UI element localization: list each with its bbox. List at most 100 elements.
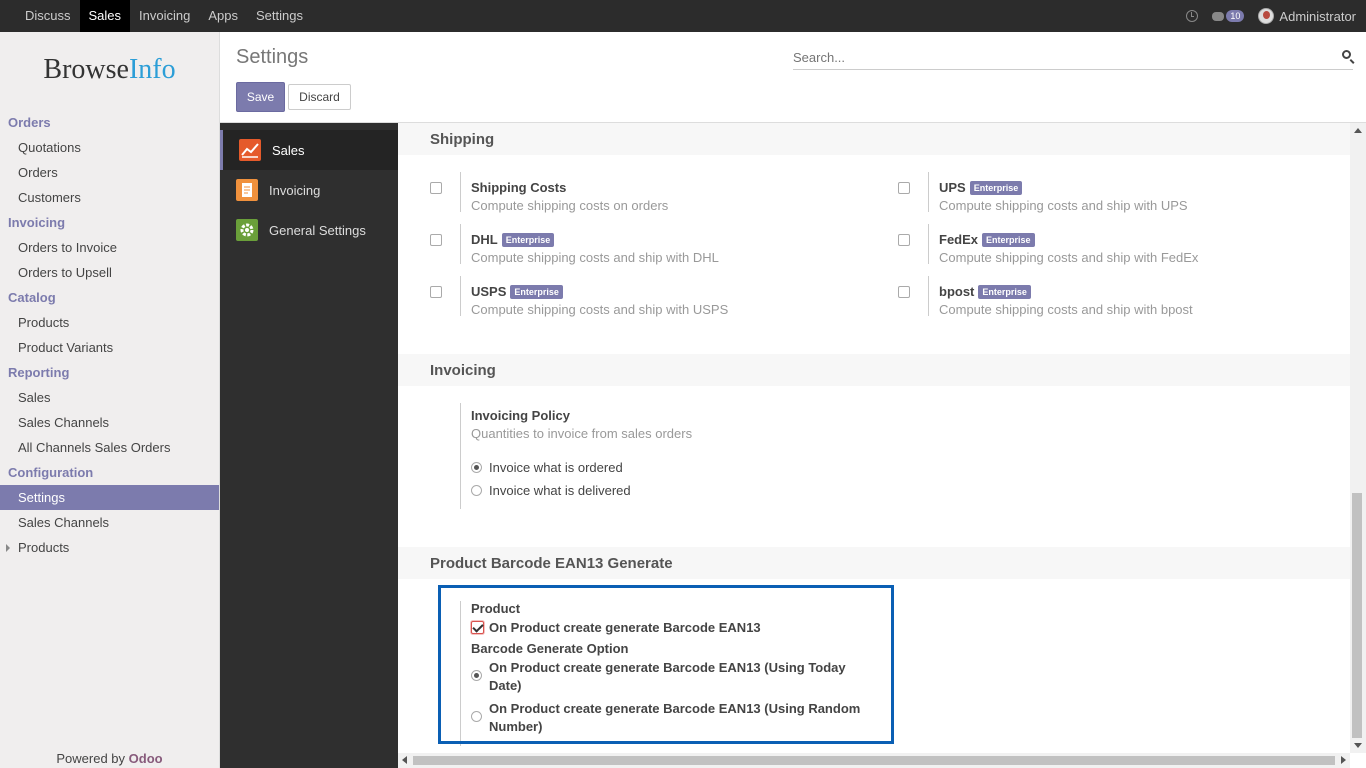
- enterprise-badge: Enterprise: [501, 233, 555, 247]
- sidebar-item-config-sales-channels[interactable]: Sales Channels: [0, 510, 219, 535]
- vertical-scroll-thumb[interactable]: [1352, 493, 1362, 738]
- user-name: Administrator: [1279, 8, 1356, 24]
- invoice-ordered-label[interactable]: Invoice what is ordered: [489, 460, 623, 475]
- tab-sales-label: Sales: [272, 142, 305, 158]
- invoicing-policy-desc: Quantities to invoice from sales orders: [471, 426, 693, 441]
- invoice-ordered-radio[interactable]: [471, 462, 482, 473]
- tab-general-settings-label: General Settings: [269, 222, 366, 238]
- invoicing-section-header: Invoicing: [398, 354, 1350, 386]
- sidebar-item-orders[interactable]: Orders: [0, 160, 219, 185]
- option-name: UPS Enterprise: [939, 180, 1023, 195]
- menu-discuss[interactable]: Discuss: [16, 0, 80, 32]
- search-input[interactable]: [793, 46, 1323, 68]
- option-name: DHL Enterprise: [471, 232, 555, 247]
- scroll-down-arrow-icon[interactable]: [1354, 743, 1362, 748]
- sidebar-item-report-sales-channels[interactable]: Sales Channels: [0, 410, 219, 435]
- sidebar-item-product-variants[interactable]: Product Variants: [0, 335, 219, 360]
- sidebar-nav: Orders Quotations Orders Customers Invoi…: [0, 110, 219, 560]
- sidebar-item-orders-to-upsell[interactable]: Orders to Upsell: [0, 260, 219, 285]
- search-box: [793, 46, 1353, 70]
- search-icon[interactable]: [1342, 50, 1351, 59]
- menu-sales[interactable]: Sales: [79, 0, 131, 32]
- settings-body: Shipping Shipping Costs Compute shipping…: [398, 123, 1366, 753]
- gear-icon: [236, 219, 258, 241]
- menu-apps[interactable]: Apps: [199, 0, 247, 32]
- scroll-left-arrow-icon[interactable]: [402, 756, 407, 764]
- scroll-right-arrow-icon[interactable]: [1341, 756, 1346, 764]
- control-panel: Settings Save Discard: [220, 32, 1366, 123]
- sidebar-item-all-channels-sales-orders[interactable]: All Channels Sales Orders: [0, 435, 219, 460]
- sidebar-item-report-sales[interactable]: Sales: [0, 385, 219, 410]
- option-desc: Compute shipping costs and ship with Fed…: [939, 250, 1199, 265]
- fedex-checkbox[interactable]: [898, 234, 910, 246]
- horizontal-scrollbar[interactable]: [398, 753, 1350, 768]
- sidebar: BrowseInfo Orders Quotations Orders Cust…: [0, 32, 220, 768]
- shipping-title: Shipping: [430, 131, 495, 148]
- option-name: Shipping Costs: [471, 180, 567, 195]
- menu-settings[interactable]: Settings: [247, 0, 312, 32]
- avatar: [1258, 8, 1275, 24]
- enterprise-badge: Enterprise: [510, 285, 563, 299]
- invoicing-policy-label: Invoicing Policy: [471, 408, 570, 423]
- sidebar-item-config-products[interactable]: Products: [0, 535, 219, 560]
- horizontal-scroll-thumb[interactable]: [413, 756, 1335, 765]
- messages-button[interactable]: 10: [1212, 10, 1245, 22]
- invoice-icon: [236, 179, 258, 201]
- sidebar-section-invoicing[interactable]: Invoicing: [0, 210, 219, 235]
- top-navbar: Discuss Sales Invoicing Apps Settings 10…: [0, 0, 1366, 32]
- menu-invoicing[interactable]: Invoicing: [130, 0, 199, 32]
- tab-general-settings[interactable]: General Settings: [220, 210, 398, 250]
- sidebar-section-configuration[interactable]: Configuration: [0, 460, 219, 485]
- sidebar-item-products[interactable]: Products: [0, 310, 219, 335]
- sidebar-item-orders-to-invoice[interactable]: Orders to Invoice: [0, 235, 219, 260]
- sidebar-section-reporting[interactable]: Reporting: [0, 360, 219, 385]
- option-name: USPS Enterprise: [471, 284, 563, 299]
- barcode-section-header: Product Barcode EAN13 Generate: [398, 547, 1350, 579]
- company-logo: BrowseInfo: [43, 54, 176, 85]
- invoice-delivered-radio[interactable]: [471, 485, 482, 496]
- chat-bubble-icon: [1212, 11, 1225, 21]
- tab-invoicing-label: Invoicing: [269, 182, 321, 198]
- shipping-costs-checkbox[interactable]: [430, 182, 442, 194]
- scroll-up-arrow-icon[interactable]: [1354, 128, 1362, 133]
- option-name: FedEx Enterprise: [939, 232, 1035, 247]
- tab-sales[interactable]: Sales: [220, 130, 398, 170]
- powered-by: Powered by Odoo: [56, 751, 163, 766]
- user-menu[interactable]: Administrator: [1258, 8, 1356, 24]
- top-menu: Discuss Sales Invoicing Apps Settings: [16, 0, 312, 32]
- option-desc: Compute shipping costs and ship with UPS: [939, 198, 1188, 213]
- topbar-right: 10 Administrator: [1186, 0, 1356, 32]
- save-button[interactable]: Save: [236, 82, 285, 112]
- caret-right-icon: [6, 544, 10, 552]
- option-desc: Compute shipping costs and ship with USP…: [471, 302, 729, 317]
- sidebar-item-settings[interactable]: Settings: [0, 485, 219, 510]
- enterprise-badge: Enterprise: [978, 285, 1031, 299]
- sidebar-section-orders[interactable]: Orders: [0, 110, 219, 135]
- enterprise-badge: Enterprise: [982, 233, 1035, 247]
- odoo-link[interactable]: Odoo: [129, 751, 163, 766]
- enterprise-badge: Enterprise: [969, 181, 1023, 195]
- highlight-box: [438, 585, 894, 744]
- usps-checkbox[interactable]: [430, 286, 442, 298]
- option-desc: Compute shipping costs on orders: [471, 198, 669, 213]
- option-desc: Compute shipping costs and ship with bpo…: [939, 302, 1193, 317]
- bpost-checkbox[interactable]: [898, 286, 910, 298]
- discard-button[interactable]: Discard: [288, 84, 351, 110]
- invoice-delivered-label[interactable]: Invoice what is delivered: [489, 483, 631, 498]
- page-title: Settings: [236, 46, 309, 68]
- vertical-scrollbar[interactable]: [1350, 123, 1366, 753]
- sidebar-item-customers[interactable]: Customers: [0, 185, 219, 210]
- barcode-title: Product Barcode EAN13 Generate: [430, 555, 673, 572]
- option-name: bpost Enterprise: [939, 284, 1031, 299]
- activity-clock-icon[interactable]: [1186, 10, 1199, 22]
- shipping-section-header: Shipping: [398, 123, 1350, 155]
- sidebar-section-catalog[interactable]: Catalog: [0, 285, 219, 310]
- settings-app-tabs: Sales Invoicing General Settings: [220, 123, 398, 768]
- sidebar-item-quotations[interactable]: Quotations: [0, 135, 219, 160]
- message-count-badge: 10: [1226, 10, 1245, 22]
- invoicing-title: Invoicing: [430, 362, 496, 379]
- dhl-checkbox[interactable]: [430, 234, 442, 246]
- tab-invoicing[interactable]: Invoicing: [220, 170, 398, 210]
- option-desc: Compute shipping costs and ship with DHL: [471, 250, 719, 265]
- ups-checkbox[interactable]: [898, 182, 910, 194]
